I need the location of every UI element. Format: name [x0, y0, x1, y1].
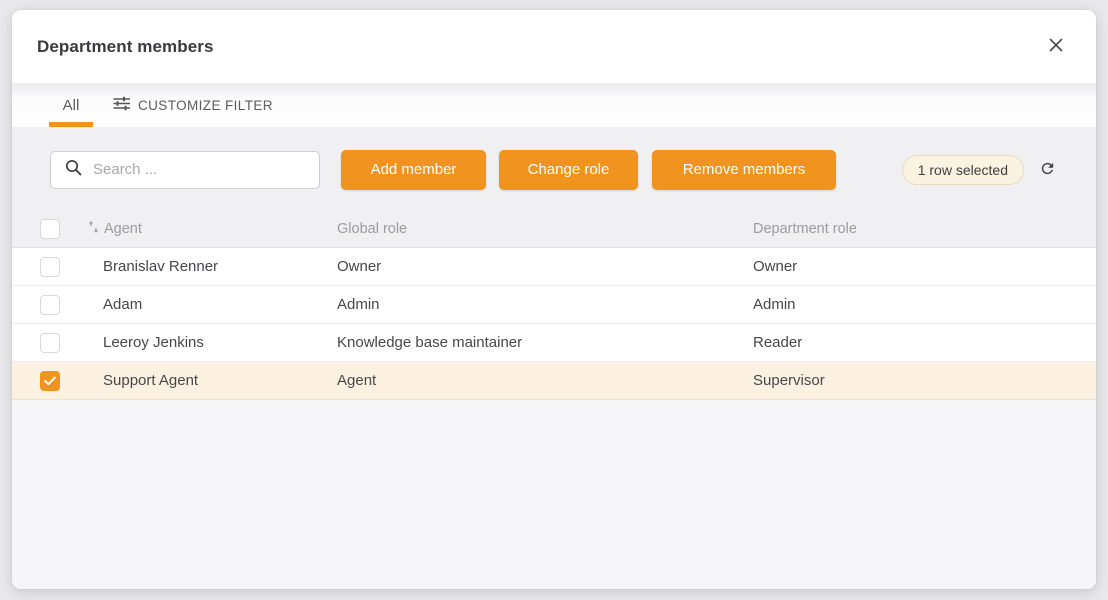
column-header-agent-label: Agent	[104, 221, 142, 237]
select-all-checkbox[interactable]	[40, 219, 60, 239]
add-member-button[interactable]: Add member	[341, 150, 486, 190]
cell-department-role: Reader	[753, 334, 1096, 351]
cell-agent: Support Agent	[103, 372, 337, 389]
department-members-dialog: Department members All CUSTOMIZE FILTER	[12, 10, 1096, 589]
row-checkbox[interactable]	[40, 295, 60, 315]
row-checkbox[interactable]	[40, 371, 60, 391]
search-box	[50, 151, 320, 189]
column-header-department-role: Department role	[753, 221, 1096, 237]
column-header-agent[interactable]: Agent	[88, 221, 337, 237]
cell-agent: Leeroy Jenkins	[103, 334, 337, 351]
table-row[interactable]: Branislav Renner Owner Owner	[12, 248, 1096, 286]
dialog-title: Department members	[37, 37, 214, 57]
tab-customize-filter[interactable]: CUSTOMIZE FILTER	[107, 83, 279, 127]
cell-agent: Adam	[103, 296, 337, 313]
dialog-header: Department members	[12, 10, 1096, 83]
cell-department-role: Owner	[753, 258, 1096, 275]
refresh-button[interactable]	[1036, 159, 1058, 181]
row-checkbox[interactable]	[40, 257, 60, 277]
close-icon	[1047, 36, 1065, 57]
table-header: Agent Global role Department role	[12, 210, 1096, 248]
tab-all-label: All	[63, 97, 80, 114]
tab-all[interactable]: All	[49, 83, 93, 127]
change-role-button[interactable]: Change role	[499, 150, 638, 190]
tab-bar: All CUSTOMIZE FILTER	[12, 83, 1096, 127]
table-row[interactable]: Leeroy Jenkins Knowledge base maintainer…	[12, 324, 1096, 362]
sort-icon	[88, 221, 99, 237]
tab-customize-filter-label: CUSTOMIZE FILTER	[138, 98, 273, 113]
search-icon	[64, 158, 83, 182]
cell-global-role: Agent	[337, 372, 753, 389]
cell-global-role: Knowledge base maintainer	[337, 334, 753, 351]
cell-department-role: Admin	[753, 296, 1096, 313]
remove-members-button[interactable]: Remove members	[652, 150, 836, 190]
table-body: Branislav Renner Owner Owner Adam Admin …	[12, 248, 1096, 400]
search-input[interactable]	[93, 161, 309, 178]
tune-icon	[113, 96, 130, 114]
cell-agent: Branislav Renner	[103, 258, 337, 275]
column-header-global-role: Global role	[337, 221, 753, 237]
table-row[interactable]: Support Agent Agent Supervisor	[12, 362, 1096, 400]
row-checkbox[interactable]	[40, 333, 60, 353]
refresh-icon	[1039, 160, 1056, 180]
cell-global-role: Owner	[337, 258, 753, 275]
toolbar-area: Add member Change role Remove members 1 …	[12, 127, 1096, 210]
cell-department-role: Supervisor	[753, 372, 1096, 389]
selection-badge: 1 row selected	[902, 155, 1024, 185]
table-empty-area	[12, 400, 1096, 589]
close-button[interactable]	[1042, 33, 1070, 61]
table-row[interactable]: Adam Admin Admin	[12, 286, 1096, 324]
cell-global-role: Admin	[337, 296, 753, 313]
